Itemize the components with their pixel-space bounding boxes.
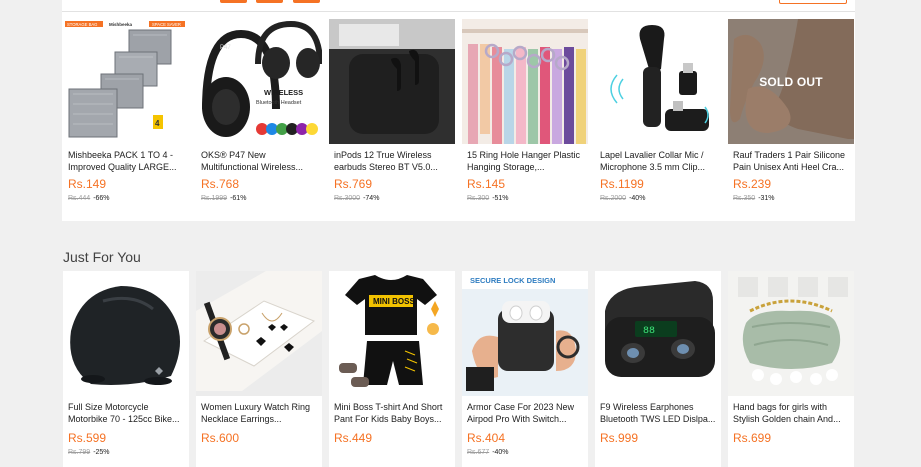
product-card[interactable]: 15 Ring Hole Hanger Plastic Hanging Stor… <box>462 19 588 205</box>
product-card[interactable]: Women Luxury Watch Ring Necklace Earring… <box>196 271 322 467</box>
just-for-you-product-row: Full Size Motorcycle Motorbike 70 - 125c… <box>63 271 861 467</box>
original-price: Rs.444 <box>68 195 91 202</box>
product-title: Full Size Motorcycle Motorbike 70 - 125c… <box>68 402 180 424</box>
product-card[interactable]: Full Size Motorcycle Motorbike 70 - 125c… <box>63 271 189 467</box>
shop-all-products-button[interactable] <box>779 0 847 4</box>
scarf-hanger-image <box>462 19 588 144</box>
discount-percent: -61% <box>230 195 247 202</box>
product-title: Armor Case For 2023 New Airpod Pro With … <box>467 402 575 424</box>
product-card[interactable]: SOLD OUT Rauf Traders 1 Pair Silicone Pa… <box>728 19 854 205</box>
f9-earphones-image: 88 <box>595 271 721 396</box>
discount-percent: -66% <box>93 195 110 202</box>
product-price: Rs.239 <box>733 177 772 191</box>
product-card[interactable]: P47 WIRELESS Bluetooth Headset OKS® P47 … <box>196 19 322 205</box>
kids-outfit-image: MINI BOSS <box>329 271 455 396</box>
product-price: Rs.1199 <box>600 177 644 191</box>
flash-sale-product-row: STORAGE BAG Mishbeeka SPACE SAVER 4 Mish… <box>63 19 861 205</box>
headphones-image: P47 WIRELESS Bluetooth Headset <box>196 19 322 144</box>
product-card[interactable]: Lapel Lavalier Collar Mic / Microphone 3… <box>595 19 721 205</box>
product-price: Rs.769 <box>334 177 373 191</box>
heel-pad-image: SOLD OUT <box>728 19 854 144</box>
product-title: F9 Wireless Earphones Bluetooth TWS LED … <box>600 402 716 424</box>
discount-percent: -74% <box>363 195 380 202</box>
product-price: Rs.699 <box>733 431 772 445</box>
product-title: OKS® P47 New Multifunctional Wireless... <box>201 150 304 172</box>
original-price: Rs.677 <box>467 449 490 456</box>
countdown-minutes-box <box>256 0 283 3</box>
airpod-case-image: SECURE LOCK DESIGN <box>462 271 588 396</box>
original-price: Rs.3000 <box>334 195 361 202</box>
product-title: Hand bags for girls with Stylish Golden … <box>733 402 841 424</box>
product-title: Lapel Lavalier Collar Mic / Microphone 3… <box>600 150 706 172</box>
product-price: Rs.145 <box>467 177 506 191</box>
original-price: Rs.1999 <box>201 195 228 202</box>
discount-percent: -25% <box>93 449 110 456</box>
just-for-you-heading: Just For You <box>63 249 141 265</box>
watch-set-image <box>196 271 322 396</box>
product-price: Rs.449 <box>334 431 373 445</box>
product-card[interactable]: MINI BOSS Mini Boss T-shirt And Short Pa… <box>329 271 455 467</box>
product-card[interactable]: inPods 12 True Wireless earbuds Stereo B… <box>329 19 455 205</box>
product-card[interactable]: STORAGE BAG Mishbeeka SPACE SAVER 4 Mish… <box>63 19 189 205</box>
headphone-brand-label: P47 <box>220 45 231 51</box>
storage-bags-image: STORAGE BAG Mishbeeka SPACE SAVER 4 <box>63 19 189 144</box>
discount-percent: -40% <box>629 195 646 202</box>
bluetooth-headset-label: Bluetooth Headset <box>256 100 302 106</box>
original-price: Rs.799 <box>68 449 91 456</box>
product-price: Rs.149 <box>68 177 107 191</box>
space-saver-label: SPACE SAVER <box>152 22 181 27</box>
product-card[interactable]: SECURE LOCK DESIGN Armor Case For 2023 N… <box>462 271 588 467</box>
product-price: Rs.768 <box>201 177 240 191</box>
original-price: Rs.300 <box>467 195 490 202</box>
wireless-label: WIRELESS <box>264 88 303 97</box>
product-title: Rauf Traders 1 Pair Silicone Pain Unisex… <box>733 150 846 172</box>
product-title: Mini Boss T-shirt And Short Pant For Kid… <box>334 402 443 424</box>
storage-brand-label: Mishbeeka <box>109 22 133 27</box>
sold-out-badge: SOLD OUT <box>728 19 854 144</box>
countdown-seconds-box <box>293 0 320 3</box>
product-price: Rs.404 <box>467 431 506 445</box>
product-title: 15 Ring Hole Hanger Plastic Hanging Stor… <box>467 150 581 172</box>
discount-percent: -40% <box>492 449 509 456</box>
handbag-image <box>728 271 854 396</box>
product-price: Rs.599 <box>68 431 107 445</box>
product-card[interactable]: 88 F9 Wireless Earphones Bluetooth TWS L… <box>595 271 721 467</box>
led-display-label: 88 <box>643 326 655 337</box>
storage-tag-label: STORAGE BAG <box>67 22 97 27</box>
bike-cover-image <box>63 271 189 396</box>
product-title: Women Luxury Watch Ring Necklace Earring… <box>201 402 311 424</box>
shirt-print-label: MINI BOSS <box>373 297 415 306</box>
product-card[interactable]: Hand bags for girls with Stylish Golden … <box>728 271 854 467</box>
case-heading-label: SECURE LOCK DESIGN <box>470 276 555 285</box>
discount-percent: -31% <box>758 195 775 202</box>
product-price: Rs.600 <box>201 431 240 445</box>
original-price: Rs.350 <box>733 195 756 202</box>
product-title: inPods 12 True Wireless earbuds Stereo B… <box>334 150 438 172</box>
discount-percent: -51% <box>492 195 509 202</box>
flash-sale-divider <box>62 11 855 12</box>
earbuds-image <box>329 19 455 144</box>
lapel-mic-image <box>595 19 721 144</box>
product-price: Rs.999 <box>600 431 639 445</box>
original-price: Rs.2000 <box>600 195 627 202</box>
countdown-hours-box <box>220 0 247 3</box>
product-title: Mishbeeka PACK 1 TO 4 - Improved Quality… <box>68 150 177 172</box>
pack-count-label: 4 <box>155 119 160 128</box>
